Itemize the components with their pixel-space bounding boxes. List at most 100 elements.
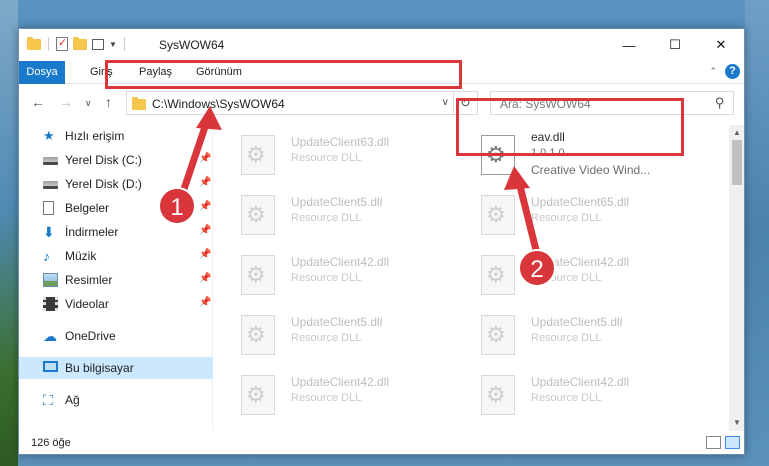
- sidebar-item-label: Yerel Disk (C:): [65, 153, 142, 167]
- status-bar: 126 öğe: [19, 432, 744, 454]
- pin-icon[interactable]: 📌: [199, 297, 211, 308]
- sidebar-item-downloads[interactable]: ⬇ İndirmeler 📌: [19, 221, 213, 243]
- file-name: UpdateClient42.dll: [531, 255, 630, 269]
- sidebar-item-label: Videolar: [65, 297, 109, 311]
- sidebar-item-disk-d[interactable]: Yerel Disk (D:) 📌: [19, 173, 213, 195]
- chevron-down-icon[interactable]: ∨: [442, 97, 449, 108]
- sidebar-item-quick-access[interactable]: ★ Hızlı erişim: [19, 125, 213, 147]
- desktop-background-right: [745, 0, 769, 466]
- file-item[interactable]: UpdateClient65.dll Resource DLL: [459, 187, 689, 237]
- sidebar-item-network[interactable]: ⛶ Ağ: [19, 389, 213, 411]
- pin-icon[interactable]: 📌: [199, 201, 211, 212]
- pin-icon[interactable]: 📌: [199, 225, 211, 236]
- up-arrow-icon[interactable]: ↑: [105, 94, 112, 110]
- file-name: UpdateClient5.dll: [291, 315, 383, 329]
- file-item[interactable]: UpdateClient42.dll Resource DLL: [219, 367, 449, 417]
- sidebar-item-videos[interactable]: Videolar 📌: [19, 293, 213, 315]
- file-item[interactable]: UpdateClient42.dll Resource DLL: [219, 247, 449, 297]
- close-button[interactable]: ✕: [698, 29, 744, 61]
- file-type: Resource DLL: [531, 332, 602, 344]
- file-item[interactable]: UpdateClient5.dll Resource DLL: [459, 307, 689, 357]
- sidebar-item-label: Resimler: [65, 273, 113, 287]
- file-item[interactable]: UpdateClient5.dll Resource DLL: [219, 307, 449, 357]
- customize-toolbar-icon[interactable]: ▼: [109, 40, 117, 49]
- toolbar-separator: [48, 37, 49, 51]
- sidebar-item-documents[interactable]: Belgeler 📌: [19, 197, 213, 219]
- new-folder-icon[interactable]: [73, 36, 87, 50]
- file-name: UpdateClient65.dll: [531, 195, 630, 209]
- sidebar-item-onedrive[interactable]: ☁ OneDrive: [19, 325, 213, 347]
- pin-icon[interactable]: 📌: [199, 273, 211, 284]
- file-type: Resource DLL: [291, 152, 362, 164]
- drive-icon: [43, 181, 58, 189]
- item-count: 126 öğe: [31, 437, 71, 449]
- file-name: UpdateClient5.dll: [531, 315, 623, 329]
- help-icon[interactable]: ?: [725, 64, 740, 79]
- network-icon: ⛶: [43, 392, 53, 408]
- properties-icon[interactable]: [56, 36, 68, 51]
- scrollbar-thumb[interactable]: [732, 140, 742, 185]
- details-view-icon[interactable]: [706, 436, 721, 449]
- tiles-view-icon[interactable]: [725, 436, 740, 449]
- ribbon-right-controls: ⌃ ?: [709, 64, 740, 79]
- back-arrow-icon[interactable]: ←: [31, 94, 45, 110]
- search-icon[interactable]: ⚲: [715, 95, 725, 111]
- recent-locations-icon[interactable]: ∨: [85, 98, 92, 109]
- forward-arrow-icon[interactable]: →: [59, 94, 73, 110]
- minimize-button[interactable]: —: [606, 29, 652, 61]
- pin-icon[interactable]: 📌: [199, 249, 211, 260]
- file-type: Resource DLL: [291, 332, 362, 344]
- expand-ribbon-icon[interactable]: ⌃: [709, 66, 717, 77]
- pin-icon[interactable]: 📌: [199, 153, 211, 164]
- quick-access-toolbar: ▼: [27, 36, 127, 51]
- music-icon: ♪: [43, 248, 50, 264]
- file-item[interactable]: UpdateClient42.dll Resource DLL: [459, 367, 689, 417]
- sidebar-item-pictures[interactable]: Resimler 📌: [19, 269, 213, 291]
- dll-file-icon: [481, 315, 515, 355]
- sidebar-item-disk-c[interactable]: Yerel Disk (C:) 📌: [19, 149, 213, 171]
- folder-icon: [132, 97, 146, 110]
- document-icon: [43, 201, 54, 215]
- file-name: UpdateClient42.dll: [531, 375, 630, 389]
- file-type: Resource DLL: [291, 272, 362, 284]
- sidebar-item-label: Belgeler: [65, 201, 110, 215]
- file-type: Resource DLL: [291, 212, 362, 224]
- file-type: Resource DLL: [531, 392, 602, 404]
- sidebar-item-this-pc[interactable]: Bu bilgisayar: [19, 357, 213, 379]
- view-icon[interactable]: [92, 38, 104, 50]
- file-type: Resource DLL: [531, 212, 602, 224]
- explorer-window: ▼ SysWOW64 — ☐ ✕ Dosya Giriş Paylaş Görü…: [18, 28, 745, 455]
- window-controls: — ☐ ✕: [606, 29, 744, 61]
- file-item[interactable]: UpdateClient42.dll Resource DLL: [459, 247, 689, 297]
- dll-file-icon: [241, 255, 275, 295]
- sidebar-item-label: Bu bilgisayar: [65, 361, 134, 375]
- file-item[interactable]: UpdateClient63.dll Resource DLL: [219, 127, 449, 177]
- window-title: SysWOW64: [159, 38, 225, 52]
- vertical-scrollbar[interactable]: ▲ ▼: [729, 125, 744, 431]
- file-type: Resource DLL: [291, 392, 362, 404]
- address-path[interactable]: C:\Windows\SysWOW64: [152, 97, 285, 111]
- dll-file-icon: [241, 315, 275, 355]
- sidebar-item-label: Müzik: [65, 249, 97, 263]
- pictures-icon: [43, 273, 58, 287]
- address-bar[interactable]: C:\Windows\SysWOW64 ∨ ↻: [126, 91, 478, 115]
- tab-file[interactable]: Dosya: [19, 61, 65, 84]
- file-name: UpdateClient5.dll: [291, 195, 383, 209]
- file-highlight-box: [456, 98, 684, 156]
- pin-icon[interactable]: 📌: [199, 177, 211, 188]
- desktop-background-left: [0, 0, 18, 466]
- cloud-icon: ☁: [43, 328, 57, 344]
- sidebar-item-label: Yerel Disk (D:): [65, 177, 142, 191]
- dll-file-icon: [241, 135, 275, 175]
- sidebar-item-music[interactable]: ♪ Müzik 📌: [19, 245, 213, 267]
- dll-file-icon: [241, 195, 275, 235]
- dll-file-icon: [241, 375, 275, 415]
- file-description: Creative Video Wind...: [531, 163, 651, 177]
- maximize-button[interactable]: ☐: [652, 29, 698, 61]
- file-name: UpdateClient63.dll: [291, 135, 390, 149]
- scroll-up-icon[interactable]: ▲: [729, 125, 744, 141]
- file-item[interactable]: UpdateClient5.dll Resource DLL: [219, 187, 449, 237]
- sidebar-item-label: İndirmeler: [65, 225, 119, 239]
- drive-icon: [43, 157, 58, 165]
- scroll-down-icon[interactable]: ▼: [729, 415, 744, 431]
